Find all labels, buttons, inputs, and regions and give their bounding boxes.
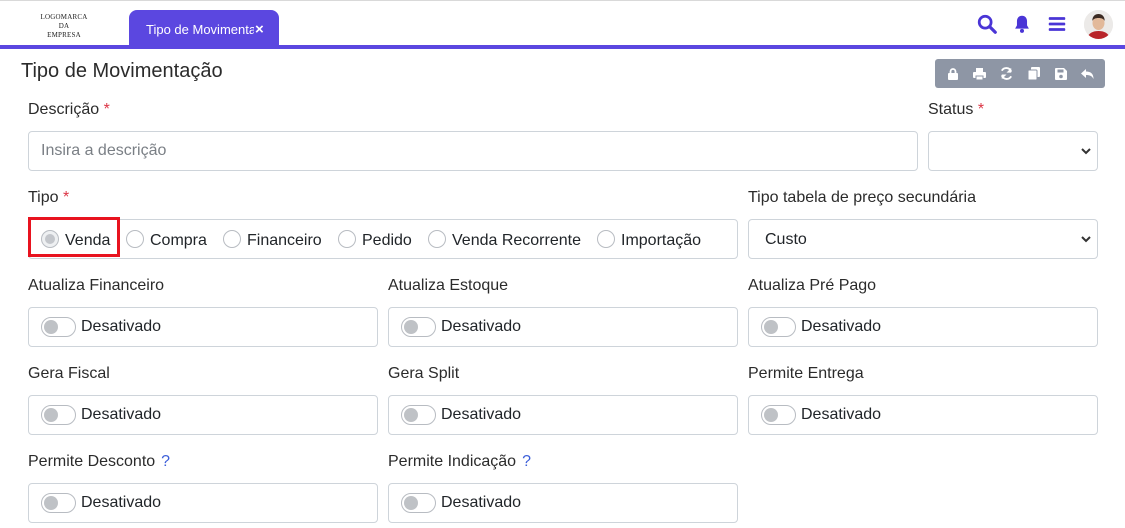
chevron-down-icon xyxy=(1081,148,1091,155)
radio-importacao[interactable]: Importação xyxy=(597,230,701,250)
descricao-input[interactable]: Insira a descrição xyxy=(28,131,918,171)
selection-highlight xyxy=(28,217,120,257)
atualiza-financeiro-toggle[interactable] xyxy=(41,317,76,337)
logo-line-3: EMPRESA xyxy=(47,31,81,39)
gera-fiscal-label: Gera Fiscal xyxy=(28,365,110,382)
toggle-state-text: Desativado xyxy=(81,406,162,423)
atualiza-pre-pago-toggle[interactable] xyxy=(761,317,796,337)
permite-desconto-toggle[interactable] xyxy=(41,493,76,513)
tab-label: Tipo de Movimentação xyxy=(146,22,254,37)
tabela-preco-label: Tipo tabela de preço secundária xyxy=(748,189,976,206)
permite-desconto-field: Desativado xyxy=(28,483,378,523)
toggle-state-text: Desativado xyxy=(801,406,882,423)
tab-tipo-movimentacao[interactable]: Tipo de Movimentação × xyxy=(129,10,279,47)
toggle-state-text: Desativado xyxy=(81,318,162,335)
required-mark: * xyxy=(103,101,110,118)
atualiza-estoque-toggle[interactable] xyxy=(401,317,436,337)
company-logo: LOGOMARCA DA EMPRESA xyxy=(30,13,98,40)
descricao-label: Descrição * xyxy=(28,101,110,118)
permite-entrega-toggle[interactable] xyxy=(761,405,796,425)
copy-icon[interactable] xyxy=(1024,64,1044,84)
radio-pedido[interactable]: Pedido xyxy=(338,230,412,250)
descricao-placeholder: Insira a descrição xyxy=(41,142,167,159)
menu-icon[interactable] xyxy=(1046,13,1068,35)
permite-desconto-label: Permite Desconto? xyxy=(28,453,171,470)
atualiza-estoque-field: Desativado xyxy=(388,307,738,347)
help-icon[interactable]: ? xyxy=(522,453,531,470)
search-icon[interactable] xyxy=(976,13,998,35)
toggle-state-text: Desativado xyxy=(801,318,882,335)
lock-icon[interactable] xyxy=(943,64,963,84)
required-mark: * xyxy=(62,189,70,206)
tabela-preco-select[interactable]: Custo xyxy=(748,219,1098,259)
bell-icon[interactable] xyxy=(1011,13,1033,35)
tabela-preco-value: Custo xyxy=(765,231,807,248)
status-label: Status * xyxy=(928,101,985,118)
undo-icon[interactable] xyxy=(1078,64,1098,84)
atualiza-financeiro-field: Desativado xyxy=(28,307,378,347)
top-bar: LOGOMARCA DA EMPRESA Tipo de Movimentaçã… xyxy=(0,0,1125,47)
tipo-radio-group: Venda Compra Financeiro Pedido Venda Rec… xyxy=(28,219,738,259)
status-select[interactable] xyxy=(928,131,1098,171)
atualiza-pre-pago-field: Desativado xyxy=(748,307,1098,347)
gera-split-toggle[interactable] xyxy=(401,405,436,425)
avatar[interactable] xyxy=(1084,10,1113,39)
radio-unchecked-icon xyxy=(597,230,615,248)
required-mark: * xyxy=(977,101,985,118)
page-title: Tipo de Movimentação xyxy=(21,60,223,82)
tipo-label: Tipo * xyxy=(28,189,70,206)
radio-compra[interactable]: Compra xyxy=(126,230,207,250)
permite-indicacao-field: Desativado xyxy=(388,483,738,523)
gera-fiscal-toggle[interactable] xyxy=(41,405,76,425)
toggle-state-text: Desativado xyxy=(441,494,522,511)
logo-line-1: LOGOMARCA xyxy=(40,13,88,21)
gera-split-label: Gera Split xyxy=(388,365,460,382)
permite-indicacao-toggle[interactable] xyxy=(401,493,436,513)
atualiza-estoque-label: Atualiza Estoque xyxy=(388,277,509,294)
toggle-state-text: Desativado xyxy=(441,406,522,423)
toggle-state-text: Desativado xyxy=(441,318,522,335)
radio-unchecked-icon xyxy=(338,230,356,248)
radio-unchecked-icon xyxy=(126,230,144,248)
radio-venda-recorrente[interactable]: Venda Recorrente xyxy=(428,230,581,250)
accent-bar xyxy=(0,45,1125,49)
save-icon[interactable] xyxy=(1051,64,1071,84)
gera-fiscal-field: Desativado xyxy=(28,395,378,435)
atualiza-pre-pago-label: Atualiza Pré Pago xyxy=(748,277,877,294)
close-icon[interactable]: × xyxy=(255,21,264,38)
print-icon[interactable] xyxy=(970,64,990,84)
action-toolbar xyxy=(935,59,1105,88)
chevron-down-icon xyxy=(1081,236,1091,243)
radio-unchecked-icon xyxy=(223,230,241,248)
gera-split-field: Desativado xyxy=(388,395,738,435)
radio-financeiro[interactable]: Financeiro xyxy=(223,230,322,250)
permite-entrega-label: Permite Entrega xyxy=(748,365,864,382)
toggle-state-text: Desativado xyxy=(81,494,162,511)
refresh-icon[interactable] xyxy=(997,64,1017,84)
radio-unchecked-icon xyxy=(428,230,446,248)
logo-line-2: DA xyxy=(58,22,70,30)
atualiza-financeiro-label: Atualiza Financeiro xyxy=(28,277,165,294)
permite-indicacao-label: Permite Indicação? xyxy=(388,453,531,470)
permite-entrega-field: Desativado xyxy=(748,395,1098,435)
help-icon[interactable]: ? xyxy=(161,453,170,470)
